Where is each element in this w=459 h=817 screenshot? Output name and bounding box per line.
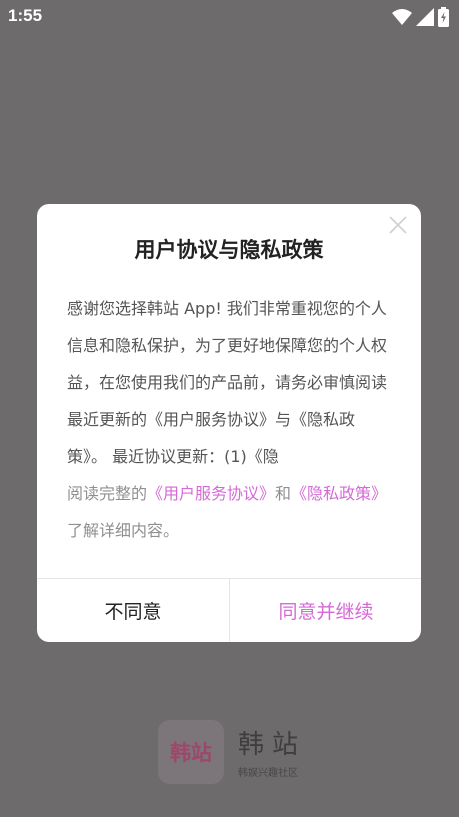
app-slogan: 韩娱兴趣社区: [238, 768, 298, 779]
and-text: 和: [275, 484, 292, 503]
dialog-title: 用户协议与隐私政策: [134, 238, 324, 262]
app-logo: 韩站: [158, 720, 224, 784]
dialog-body: 感谢您选择韩站 App! 我们非常重视您的个人信息和隐私保护，为了更好地保障您的…: [67, 290, 393, 549]
read-suffix: 了解详细内容。: [67, 521, 180, 540]
privacy-link[interactable]: 《隐私政策》: [291, 484, 387, 503]
app-name: 韩站: [238, 730, 307, 760]
brand-footer: 韩站 韩站 韩娱兴趣社区: [158, 720, 318, 784]
terms-link[interactable]: 《用户服务协议》: [147, 484, 275, 503]
signal-icon: [416, 8, 434, 26]
privacy-dialog: 用户协议与隐私政策 感谢您选择韩站 App! 我们非常重视您的个人信息和隐私保护…: [37, 204, 421, 642]
dialog-intro-text: 感谢您选择韩站 App! 我们非常重视您的个人信息和隐私保护，为了更好地保障您的…: [67, 299, 388, 466]
status-icons: [392, 7, 449, 27]
agree-button[interactable]: 同意并继续: [230, 579, 422, 642]
disagree-button[interactable]: 不同意: [37, 579, 229, 642]
battery-charging-icon: [438, 7, 449, 27]
status-bar: 1:55: [0, 0, 459, 34]
dialog-read-more: 阅读完整的《用户服务协议》和《隐私政策》了解详细内容。: [67, 475, 393, 549]
read-prefix: 阅读完整的: [67, 484, 148, 503]
wifi-icon: [392, 9, 412, 25]
close-icon[interactable]: [387, 214, 409, 236]
status-time: 1:55: [8, 6, 43, 25]
